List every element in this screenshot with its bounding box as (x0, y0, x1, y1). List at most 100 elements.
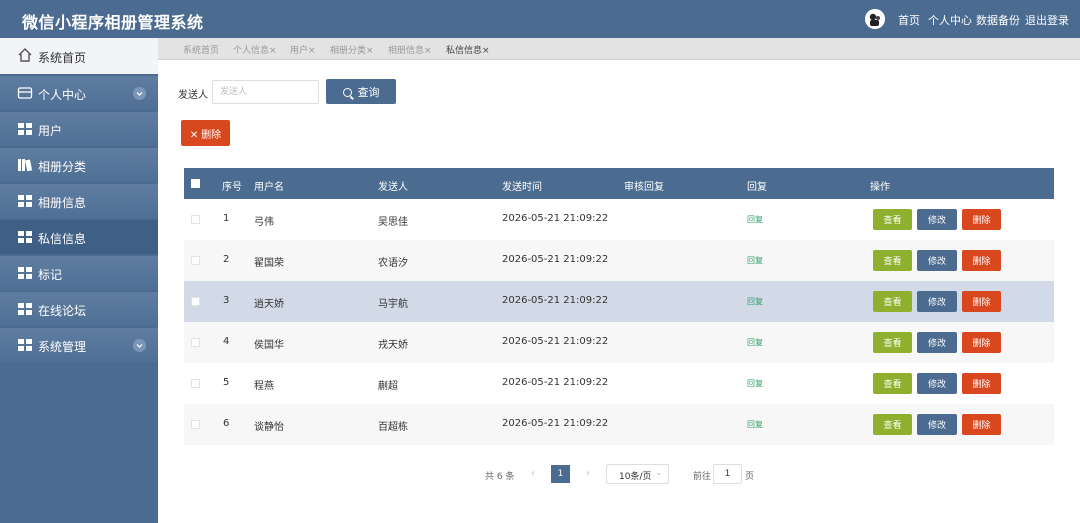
tab-home[interactable]: 系统首页 (183, 43, 219, 56)
tab-album-category[interactable]: 相册分类× (330, 43, 374, 56)
edit-button[interactable]: 修改 (917, 373, 957, 394)
nav-profile-link[interactable]: 个人中心 (928, 12, 972, 28)
sidebar-item-system[interactable]: 系统管理 (0, 328, 158, 362)
view-button[interactable]: 查看 (873, 414, 912, 435)
tab-messages[interactable]: 私信信息× (446, 43, 490, 56)
table-row[interactable]: 2 翟国荣 农语汐 2026-05-21 21:09:22 回复 查看 修改 删… (184, 240, 1054, 281)
view-button[interactable]: 查看 (873, 332, 912, 353)
next-page-button[interactable]: › (586, 468, 590, 479)
row-checkbox[interactable] (191, 379, 200, 388)
delete-button[interactable]: 删除 (962, 332, 1001, 353)
delete-button[interactable]: 删除 (962, 414, 1001, 435)
column-header-username: 用户名 (254, 182, 284, 193)
reply-link[interactable]: 回复 (747, 214, 763, 225)
sidebar-item-home[interactable]: 系统首页 (0, 38, 158, 74)
edit-button[interactable]: 修改 (917, 209, 957, 230)
close-icon[interactable]: × (424, 46, 432, 56)
page-size-select[interactable]: 10条/页 ⌄ (606, 464, 669, 484)
edit-button[interactable]: 修改 (917, 414, 957, 435)
bulk-delete-button[interactable]: ✕ 删除 (181, 120, 230, 146)
row-checkbox[interactable] (191, 338, 200, 347)
reply-link[interactable]: 回复 (747, 296, 763, 307)
reply-link[interactable]: 回复 (747, 419, 763, 430)
chevron-down-icon[interactable] (133, 87, 146, 100)
row-index: 5 (223, 377, 230, 388)
sidebar-item-users[interactable]: 用户 (0, 112, 158, 146)
row-checkbox[interactable] (191, 215, 200, 224)
close-icon[interactable]: × (482, 46, 490, 56)
sidebar-item-profile[interactable]: 个人中心 (0, 76, 158, 110)
column-header-actions: 操作 (870, 182, 890, 193)
tab-users[interactable]: 用户× (290, 43, 316, 56)
page-number-button[interactable]: 1 (551, 465, 570, 483)
view-button[interactable]: 查看 (873, 250, 912, 271)
table-row[interactable]: 6 谈静怡 百超栋 2026-05-21 21:09:22 回复 查看 修改 删… (184, 404, 1054, 445)
sidebar-item-label: 系统首页 (38, 51, 87, 65)
sidebar-item-label: 个人中心 (38, 88, 87, 102)
row-sender: 蒯超 (378, 381, 398, 392)
pagination: 共 6 条 ‹ 1 › 10条/页 ⌄ 前往 页 (0, 464, 1080, 484)
table-row[interactable]: 5 程燕 蒯超 2026-05-21 21:09:22 回复 查看 修改 删除 (184, 363, 1054, 404)
table-row[interactable]: 3 逍天娇 马宇航 2026-05-21 21:09:22 回复 查看 修改 删… (184, 281, 1054, 322)
chevron-down-icon[interactable] (133, 339, 146, 352)
table-row[interactable]: 1 弓伟 吴思佳 2026-05-21 21:09:22 回复 查看 修改 删除 (184, 199, 1054, 240)
sidebar-item-forum[interactable]: 在线论坛 (0, 292, 158, 326)
tab-profile[interactable]: 个人信息× (233, 43, 277, 56)
delete-button[interactable]: 删除 (962, 291, 1001, 312)
row-checkbox[interactable] (191, 297, 200, 306)
chevron-down-icon: ⌄ (655, 468, 662, 477)
sidebar: 系统首页 个人中心 用户 相册分类 相册信息 私信信息 标记 在线论坛 系统管理 (0, 38, 158, 523)
delete-button[interactable]: 删除 (962, 373, 1001, 394)
view-button[interactable]: 查看 (873, 373, 912, 394)
reply-link[interactable]: 回复 (747, 378, 763, 389)
sidebar-item-label: 相册信息 (38, 196, 87, 210)
nav-logout-link[interactable]: 退出登录 (1025, 12, 1069, 28)
close-icon[interactable]: × (269, 46, 277, 56)
row-sender: 百超栋 (378, 422, 408, 433)
select-all-checkbox[interactable] (191, 179, 200, 188)
user-center-icon (17, 87, 33, 99)
close-icon[interactable]: × (308, 46, 316, 56)
search-button[interactable]: 查询 (326, 79, 396, 104)
tab-album-info[interactable]: 相册信息× (388, 43, 432, 56)
view-button[interactable]: 查看 (873, 291, 912, 312)
sidebar-item-marks[interactable]: 标记 (0, 256, 158, 290)
delete-button[interactable]: 删除 (962, 209, 1001, 230)
sender-search-input[interactable] (212, 80, 319, 104)
delete-button[interactable]: 删除 (962, 250, 1001, 271)
edit-button[interactable]: 修改 (917, 332, 957, 353)
reply-link[interactable]: 回复 (747, 255, 763, 266)
table-row[interactable]: 4 侯国华 戎天娇 2026-05-21 21:09:22 回复 查看 修改 删… (184, 322, 1054, 363)
row-checkbox[interactable] (191, 420, 200, 429)
nav-home-link[interactable]: 首页 (898, 12, 920, 28)
row-checkbox[interactable] (191, 256, 200, 265)
view-button[interactable]: 查看 (873, 209, 912, 230)
row-time: 2026-05-21 21:09:22 (502, 418, 609, 429)
row-time: 2026-05-21 21:09:22 (502, 213, 609, 224)
goto-page-input[interactable] (713, 464, 742, 484)
goto-label: 前往 (693, 472, 712, 482)
row-time: 2026-05-21 21:09:22 (502, 295, 609, 306)
column-header-time: 发送时间 (502, 182, 542, 193)
edit-button[interactable]: 修改 (917, 250, 957, 271)
nav-backup-link[interactable]: 数据备份 (976, 12, 1020, 28)
avatar[interactable] (865, 9, 885, 29)
app-title: 微信小程序相册管理系统 (22, 13, 204, 32)
edit-button[interactable]: 修改 (917, 291, 957, 312)
column-header-sender: 发送人 (378, 182, 408, 193)
sidebar-item-label: 在线论坛 (38, 304, 87, 318)
sidebar-item-messages[interactable]: 私信信息 (0, 220, 158, 254)
column-header-index: 序号 (222, 182, 242, 193)
tab-bar: 系统首页 个人信息× 用户× 相册分类× 相册信息× 私信信息× (158, 38, 1080, 60)
sidebar-item-album-info[interactable]: 相册信息 (0, 184, 158, 218)
book-icon (18, 159, 33, 172)
row-sender: 吴思佳 (378, 217, 408, 228)
sidebar-item-album-category[interactable]: 相册分类 (0, 148, 158, 182)
sender-search-label: 发送人 (178, 90, 208, 101)
messages-table: 序号 用户名 发送人 发送时间 审核回复 回复 操作 1 弓伟 吴思佳 2026… (184, 168, 1054, 445)
close-icon[interactable]: × (366, 46, 374, 56)
prev-page-button[interactable]: ‹ (531, 468, 535, 479)
row-index: 2 (223, 254, 230, 265)
reply-link[interactable]: 回复 (747, 337, 763, 348)
row-index: 6 (223, 418, 230, 429)
